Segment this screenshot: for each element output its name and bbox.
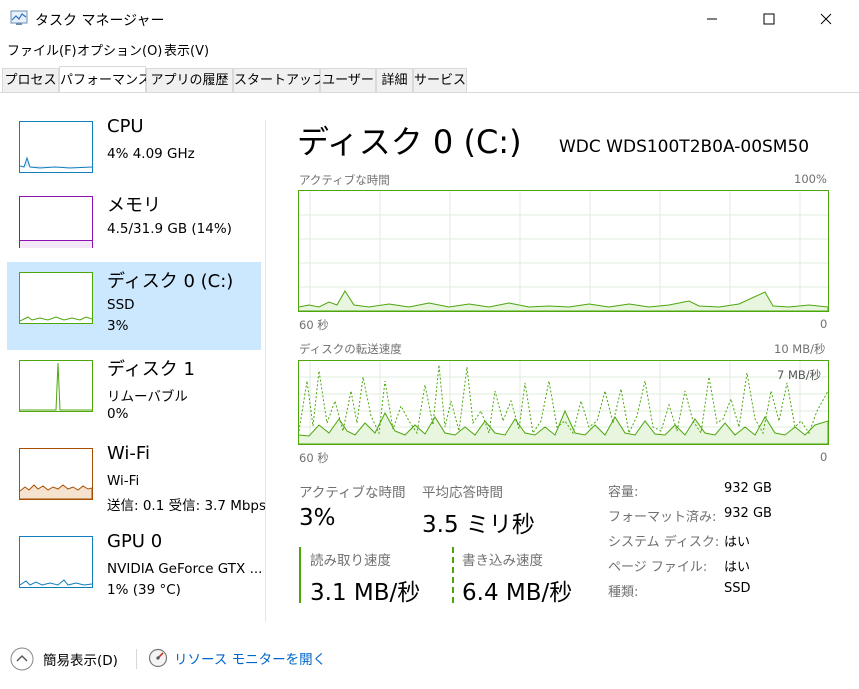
tab-details[interactable]: 詳細 xyxy=(376,68,413,92)
prop-page-file-label: ページ ファイル: xyxy=(608,560,708,575)
prop-page-file-value: はい xyxy=(724,560,751,575)
graph1-min: 0 xyxy=(820,317,828,331)
footer-bar: 簡易表示(D) リソース モニターを開く xyxy=(0,636,859,689)
write-speed-label: 書き込み速度 xyxy=(462,553,543,569)
tab-startup[interactable]: スタートアップ xyxy=(233,68,325,92)
sidebar-item-name: ディスク 1 xyxy=(107,359,195,380)
sidebar-item-gpu0[interactable]: GPU 0 NVIDIA GeForce GTX ... 1% (39 °C) xyxy=(7,526,263,614)
prop-type-label: 種類: xyxy=(608,585,639,600)
sidebar-item-disk1[interactable]: ディスク 1 リムーバブル 0% xyxy=(7,350,261,438)
read-speed-indicator xyxy=(299,547,301,603)
window-title: タスク マネージャー xyxy=(35,13,165,29)
disk-model: WDC WDS100T2B0A-00SM50 xyxy=(559,137,810,157)
graph2-label: ディスクの転送速度 xyxy=(299,342,402,356)
footer-divider xyxy=(136,649,137,669)
menu-file[interactable]: ファイル(F) xyxy=(7,40,77,59)
write-speed-value: 6.4 MB/秒 xyxy=(462,580,573,606)
title-bar: タスク マネージャー xyxy=(0,0,859,38)
maximize-icon xyxy=(763,13,775,25)
close-button[interactable] xyxy=(803,0,849,38)
sidebar-item-detail: SSD xyxy=(107,297,135,313)
gpu0-thumbnail-graph xyxy=(19,536,93,588)
sidebar-item-detail: 4.5/31.9 GB (14%) xyxy=(107,221,232,237)
maximize-button[interactable] xyxy=(746,0,792,38)
sidebar-item-name: CPU xyxy=(107,116,144,137)
sidebar-item-usage: 1% (39 °C) xyxy=(107,582,181,598)
chevron-up-icon xyxy=(10,647,34,671)
graph2-min: 0 xyxy=(820,450,828,464)
resource-monitor-icon xyxy=(148,648,168,668)
tab-processes[interactable]: プロセス xyxy=(2,68,59,92)
tab-bar: プロセス パフォーマンス アプリの履歴 スタートアップ ユーザー 詳細 サービス xyxy=(0,66,859,93)
tab-services[interactable]: サービス xyxy=(413,68,467,92)
sidebar-item-name: メモリ xyxy=(107,195,161,216)
graph2-max: 10 MB/秒 xyxy=(774,342,826,356)
graph2-secondary-scale: 7 MB/秒 xyxy=(777,368,822,382)
resource-monitor-label: リソース モニターを開く xyxy=(174,652,327,668)
sidebar-item-disk0[interactable]: ディスク 0 (C:) SSD 3% xyxy=(7,262,261,350)
sidebar-item-name: Wi-Fi xyxy=(107,443,150,464)
prop-formatted-label: フォーマット済み: xyxy=(608,510,717,525)
read-speed-label: 読み取り速度 xyxy=(310,553,391,569)
graph2-time-span: 60 秒 xyxy=(299,451,329,465)
graph1-label: アクティブな時間 xyxy=(299,173,390,187)
prop-system-disk-value: はい xyxy=(724,535,751,550)
sidebar-item-detail: NVIDIA GeForce GTX ... xyxy=(107,561,263,577)
disk0-thumbnail-graph xyxy=(19,272,93,324)
prop-type-value: SSD xyxy=(724,581,751,596)
sidebar-item-memory[interactable]: メモリ 4.5/31.9 GB (14%) xyxy=(7,186,261,274)
sidebar-item-detail: リムーバブル xyxy=(107,389,188,405)
read-speed-value: 3.1 MB/秒 xyxy=(310,580,421,606)
tab-performance[interactable]: パフォーマンス xyxy=(59,66,151,92)
prop-formatted-value: 932 GB xyxy=(724,506,772,521)
tab-users[interactable]: ユーザー xyxy=(320,68,376,92)
close-icon xyxy=(820,13,832,25)
sidebar-item-detail: Wi-Fi xyxy=(107,473,140,489)
prop-capacity-value: 932 GB xyxy=(724,481,772,496)
sidebar-item-name: ディスク 0 (C:) xyxy=(107,271,234,292)
sidebar-item-wifi[interactable]: Wi-Fi Wi-Fi 送信: 0.1 受信: 3.7 Mbps xyxy=(7,438,265,526)
fewer-details-button[interactable]: 簡易表示(D) xyxy=(10,647,118,671)
sidebar-item-usage: 0% xyxy=(107,406,129,422)
memory-thumbnail-graph xyxy=(19,196,93,248)
menu-options[interactable]: オプション(O) xyxy=(77,40,162,59)
fewer-details-label: 簡易表示(D) xyxy=(43,653,118,669)
graph1-time-span: 60 秒 xyxy=(299,318,329,332)
sidebar-item-name: GPU 0 xyxy=(107,531,163,552)
cpu-thumbnail-graph xyxy=(19,121,93,173)
active-time-value: 3% xyxy=(299,505,336,531)
sidebar-item-throughput: 送信: 0.1 受信: 3.7 Mbps xyxy=(107,498,265,514)
wifi-thumbnail-graph xyxy=(19,448,93,500)
sidebar-item-usage: 3% xyxy=(107,318,129,334)
prop-capacity-label: 容量: xyxy=(608,485,639,500)
active-time-label: アクティブな時間 xyxy=(299,485,406,501)
sidebar-item-detail: 4% 4.09 GHz xyxy=(107,146,195,162)
page-title: ディスク 0 (C:) xyxy=(297,123,522,161)
resource-monitor-link[interactable]: リソース モニターを開く xyxy=(148,648,326,668)
response-time-label: 平均応答時間 xyxy=(422,485,503,501)
prop-system-disk-label: システム ディスク: xyxy=(608,535,720,550)
sidebar-divider xyxy=(265,120,266,622)
transfer-rate-graph: 7 MB/秒 xyxy=(298,360,829,445)
write-speed-indicator xyxy=(452,547,454,603)
tab-app-history[interactable]: アプリの履歴 xyxy=(146,68,233,92)
task-manager-icon xyxy=(10,10,28,25)
graph1-max: 100% xyxy=(794,172,827,186)
minimize-icon xyxy=(707,18,717,20)
disk1-thumbnail-graph xyxy=(19,360,93,412)
response-time-value: 3.5 ミリ秒 xyxy=(422,512,535,538)
menu-view[interactable]: 表示(V) xyxy=(164,40,209,59)
minimize-button[interactable] xyxy=(689,0,735,38)
active-time-graph xyxy=(298,190,829,312)
